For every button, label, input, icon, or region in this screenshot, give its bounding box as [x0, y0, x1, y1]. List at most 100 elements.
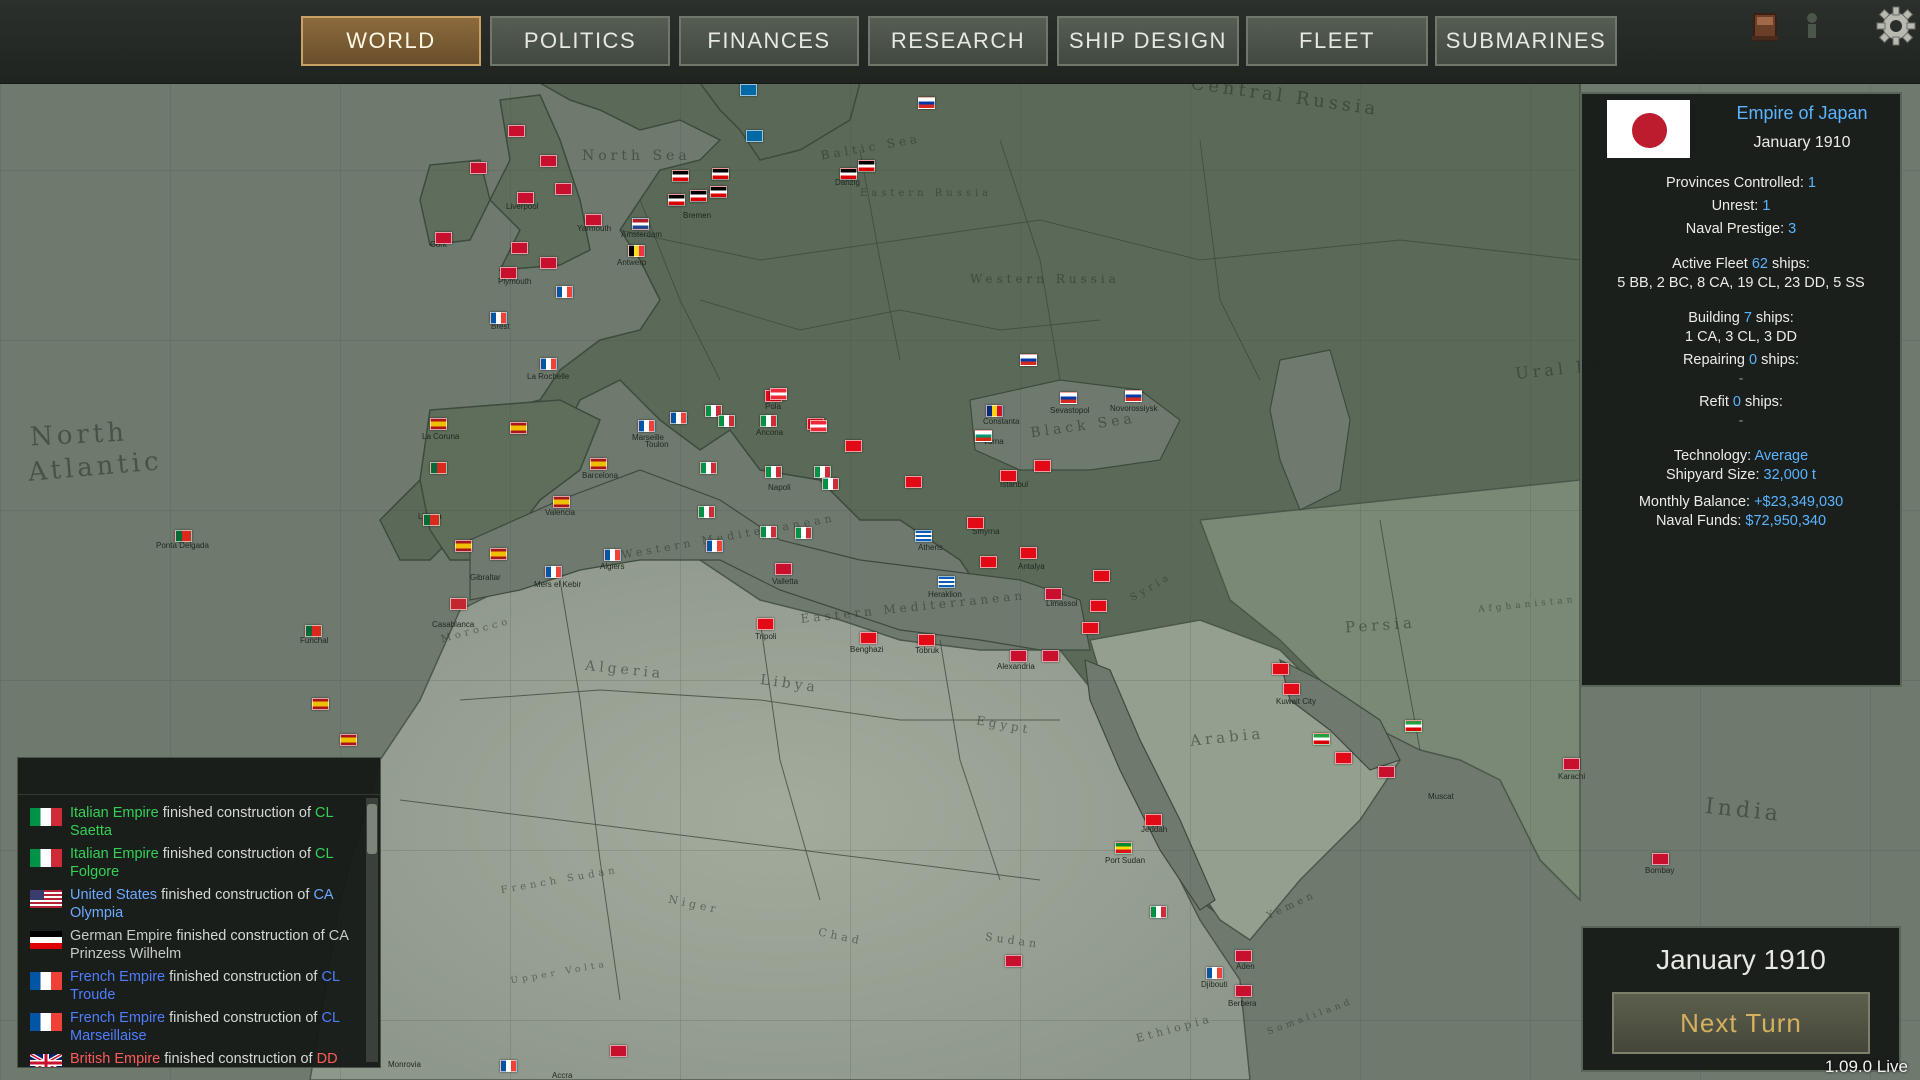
italy-flag-marker[interactable] [698, 506, 715, 518]
ottoman-flag-marker[interactable] [980, 556, 997, 568]
event-log-entry[interactable]: British Empire finished construction of … [18, 1050, 363, 1067]
tab-world[interactable]: WORLD [301, 16, 481, 66]
event-ship-name[interactable]: Marseillaise [70, 1028, 147, 1044]
event-log-scrollbar[interactable] [366, 798, 378, 1062]
belgium-flag-marker[interactable] [628, 245, 645, 257]
event-log-panel[interactable]: Italian Empire finished construction of … [17, 757, 381, 1068]
city-antalya[interactable]: Antalya [1018, 562, 1045, 571]
spain-flag-marker[interactable] [340, 734, 357, 746]
logbook-icon[interactable] [1744, 6, 1784, 46]
city-benghazi[interactable]: Benghazi [850, 645, 883, 654]
city-antwerp[interactable]: Antwerp [617, 258, 646, 267]
france-flag-marker[interactable] [1206, 967, 1223, 979]
sailor-icon[interactable] [1792, 6, 1832, 46]
france-flag-marker[interactable] [670, 412, 687, 424]
uk-flag-marker[interactable] [1042, 650, 1059, 662]
spain-flag-marker[interactable] [490, 548, 507, 560]
event-nation[interactable]: United States [70, 887, 157, 903]
event-ship-name[interactable]: Saetta [70, 823, 112, 839]
city-gibraltar[interactable]: Gibraltar [470, 573, 501, 582]
uk-flag-marker[interactable] [1563, 758, 1580, 770]
uk-flag-marker[interactable] [500, 267, 517, 279]
city-berbera[interactable]: Berbera [1228, 999, 1256, 1008]
nation-name[interactable]: Empire of Japan [1707, 103, 1897, 124]
city-kuwait-city[interactable]: Kuwait City [1276, 697, 1316, 706]
event-nation[interactable]: French Empire [70, 969, 165, 985]
france-flag-marker[interactable] [638, 420, 655, 432]
event-nation[interactable]: Italian Empire [70, 846, 159, 862]
ottoman-flag-marker[interactable] [1335, 752, 1352, 764]
city-sevastopol[interactable]: Sevastopol [1050, 406, 1090, 415]
italy-flag-marker[interactable] [700, 462, 717, 474]
russia-flag-marker[interactable] [1020, 354, 1037, 366]
italy-flag-marker[interactable] [814, 466, 831, 478]
city-heraklion[interactable]: Heraklion [928, 590, 962, 599]
ottoman-flag-marker[interactable] [1000, 470, 1017, 482]
france-flag-marker[interactable] [556, 286, 573, 298]
event-log-entry[interactable]: United States finished construction of C… [18, 886, 363, 927]
france-flag-marker[interactable] [490, 312, 507, 324]
france-flag-marker[interactable] [604, 549, 621, 561]
france-flag-marker[interactable] [545, 566, 562, 578]
france-flag-marker[interactable] [706, 540, 723, 552]
sweden-flag-marker[interactable] [746, 130, 763, 142]
tab-politics[interactable]: POLITICS [490, 16, 670, 66]
bulgaria-flag-marker[interactable] [975, 430, 992, 442]
ottoman-flag-marker[interactable] [845, 440, 862, 452]
italy-flag-marker[interactable] [760, 415, 777, 427]
spain-flag-marker[interactable] [430, 418, 447, 430]
city-constanta[interactable]: Constanta [983, 417, 1019, 426]
city-la-coruna[interactable]: La Coruna [422, 432, 459, 441]
city-pola[interactable]: Pola [765, 402, 781, 411]
city-aden[interactable]: Aden [1236, 962, 1255, 971]
event-nation[interactable]: Italian Empire [70, 805, 159, 821]
ottoman-flag-marker[interactable] [1272, 663, 1289, 675]
city-port-sudan[interactable]: Port Sudan [1105, 856, 1145, 865]
austria-flag-marker[interactable] [770, 388, 787, 400]
city-muscat[interactable]: Muscat [1428, 792, 1454, 801]
germany-flag-marker[interactable] [712, 168, 729, 180]
portugal-flag-marker[interactable] [430, 462, 447, 474]
persia-flag-marker[interactable] [1313, 733, 1330, 745]
italy-flag-marker[interactable] [760, 526, 777, 538]
city-bombay[interactable]: Bombay [1645, 866, 1674, 875]
uk-flag-marker[interactable] [435, 232, 452, 244]
russia-flag-marker[interactable] [1060, 392, 1077, 404]
greece-flag-marker[interactable] [938, 576, 955, 588]
portugal-flag-marker[interactable] [423, 514, 440, 526]
ottoman-flag-marker[interactable] [905, 476, 922, 488]
ottoman-flag-marker[interactable] [1093, 570, 1110, 582]
tab-submarines[interactable]: SUBMARINES [1435, 16, 1617, 66]
event-log-entry[interactable]: Italian Empire finished construction of … [18, 804, 363, 845]
portugal-flag-marker[interactable] [305, 625, 322, 637]
tab-fleet[interactable]: FLEET [1246, 16, 1428, 66]
city-alexandria[interactable]: Alexandria [997, 662, 1035, 671]
city-barcelona[interactable]: Barcelona [582, 471, 618, 480]
spain-flag-marker[interactable] [590, 458, 607, 470]
next-turn-button[interactable]: Next Turn [1612, 992, 1870, 1054]
event-log-entry[interactable]: German Empire finished construction of C… [18, 927, 363, 968]
city-valletta[interactable]: Valletta [772, 577, 798, 586]
city-tripoli[interactable]: Tripoli [755, 632, 776, 641]
city-karachi[interactable]: Karachi [1558, 772, 1585, 781]
ethiopia-flag-marker[interactable] [1115, 842, 1132, 854]
event-nation[interactable]: British Empire [70, 1051, 160, 1067]
city-toulon[interactable]: Toulon [645, 440, 669, 449]
germany-flag-marker[interactable] [840, 168, 857, 180]
germany-flag-marker[interactable] [710, 186, 727, 198]
event-ship-name[interactable]: Troude [70, 987, 115, 1003]
event-log-entry[interactable]: Italian Empire finished construction of … [18, 845, 363, 886]
ottoman-flag-marker[interactable] [1034, 460, 1051, 472]
portugal-flag-marker[interactable] [175, 530, 192, 542]
event-log-entry[interactable]: French Empire finished construction of C… [18, 968, 363, 1009]
ottoman-flag-marker[interactable] [757, 618, 774, 630]
city-accra[interactable]: Accra [552, 1071, 572, 1080]
russia-flag-marker[interactable] [918, 97, 935, 109]
ottoman-flag-marker[interactable] [1020, 547, 1037, 559]
city-bremen[interactable]: Bremen [683, 211, 711, 220]
uk-flag-marker[interactable] [470, 162, 487, 174]
tab-finances[interactable]: FINANCES [679, 16, 859, 66]
spain-flag-marker[interactable] [312, 698, 329, 710]
uk-flag-marker[interactable] [1378, 766, 1395, 778]
city-novorossiysk[interactable]: Novorossiysk [1110, 404, 1158, 413]
